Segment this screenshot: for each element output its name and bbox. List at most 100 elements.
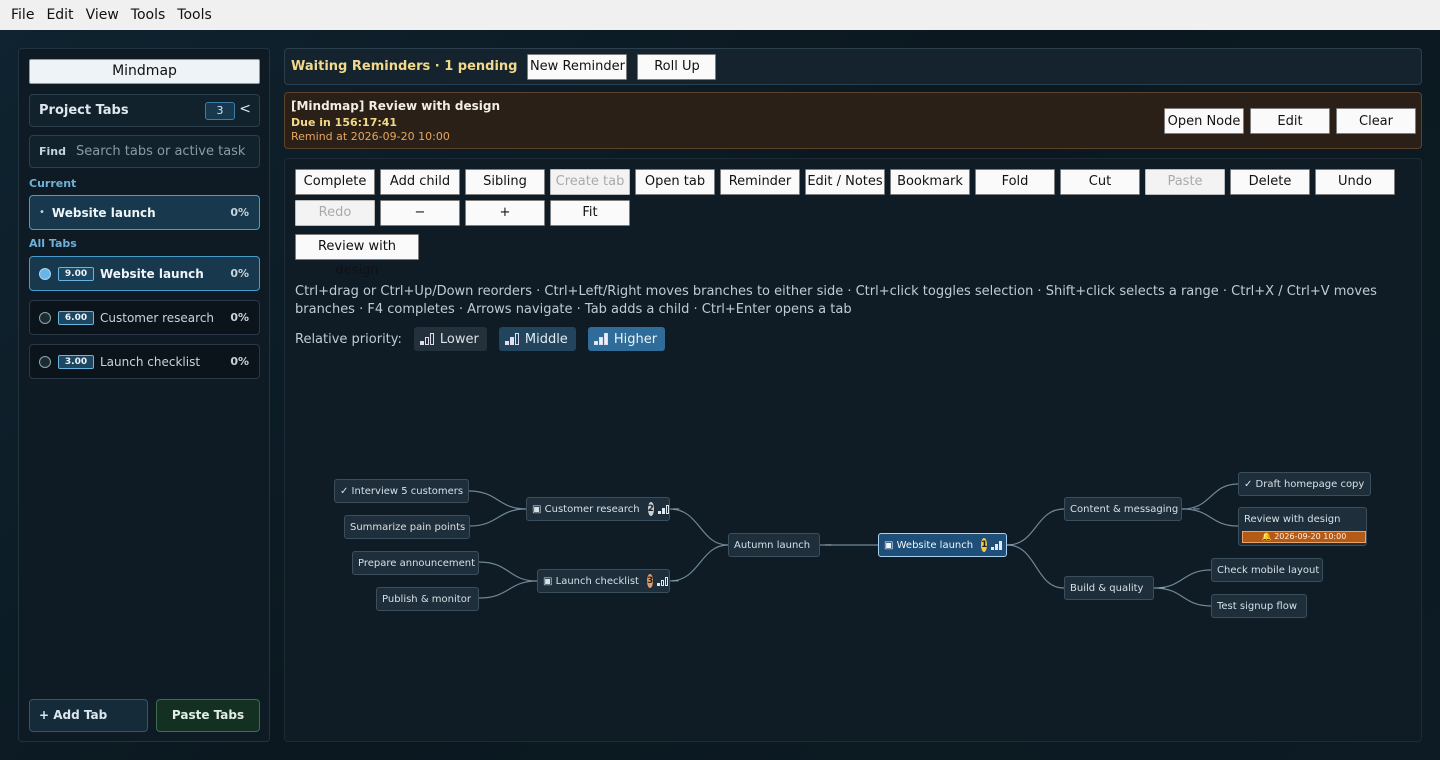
menu-view[interactable]: View — [81, 7, 124, 23]
app-title-button[interactable]: Mindmap — [29, 59, 260, 84]
menu-edit[interactable]: Edit — [41, 7, 78, 23]
roll-up-button[interactable]: Roll Up — [637, 53, 717, 80]
fold-icon[interactable]: − — [671, 576, 679, 587]
paste-tabs-button[interactable]: Paste Tabs — [156, 699, 260, 732]
project-tabs-header: Project Tabs 3 < — [29, 94, 260, 127]
node-check-mobile-layout[interactable]: Check mobile layout — [1211, 558, 1323, 582]
node-label: Publish & monitor — [382, 593, 471, 605]
fold-icon[interactable]: − — [672, 504, 680, 515]
node-website-launch[interactable]: ▣ Website launch 1 − — [878, 533, 1014, 557]
sidebar-item-website-launch[interactable]: 9.00 Website launch 0% — [29, 256, 260, 291]
node-label: Content & messaging — [1070, 503, 1179, 515]
menu-file[interactable]: File — [6, 7, 39, 23]
collapse-sidebar-icon[interactable]: < — [239, 101, 251, 117]
mindmap-panel: Complete Add child Sibling Create tab Open t… — [284, 158, 1422, 742]
find-box: Find — [29, 135, 260, 168]
priority-bars-icon — [504, 333, 519, 345]
node-prepare-announcement[interactable]: Prepare announcement — [352, 551, 479, 575]
priority-label: Relative priority: — [295, 331, 402, 347]
toolbar-button-bookmark[interactable]: Bookmark — [890, 169, 970, 195]
toolbar-button-add-child[interactable]: Add child — [380, 169, 460, 195]
search-input[interactable] — [76, 144, 256, 159]
node-publish-monitor[interactable]: Publish & monitor — [376, 587, 479, 611]
current-tab-item[interactable]: • Website launch 0% — [29, 195, 260, 230]
node-label: Check mobile layout — [1217, 564, 1320, 576]
reminders-title: Waiting Reminders · 1 pending — [291, 59, 518, 74]
priority-bars-icon — [991, 540, 1003, 550]
fold-icon[interactable]: − — [1192, 504, 1200, 515]
node-label: Build & quality — [1070, 582, 1144, 594]
node-interview-customers[interactable]: ✓ Interview 5 customers — [334, 479, 469, 503]
node-customer-research[interactable]: ▣ Customer research 2 − — [526, 497, 680, 521]
selected-node-button[interactable]: Review with design — [295, 234, 419, 278]
node-test-signup-flow[interactable]: Test signup flow — [1211, 594, 1307, 618]
reminder-time: Remind at 2026-09-20 10:00 — [291, 130, 450, 143]
menu-tools[interactable]: Tools — [126, 7, 171, 23]
node-label: ▣ Customer research — [532, 503, 640, 515]
toolbar-button-delete[interactable]: Delete — [1230, 169, 1310, 195]
toolbar-button-redo[interactable]: Redo — [295, 200, 375, 226]
toolbar-button-fit[interactable]: Fit — [550, 200, 630, 226]
reminder-title: [Mindmap] Review with design — [291, 99, 501, 113]
all-tabs-section-label: All Tabs — [29, 237, 77, 250]
priority-higher-label: Higher — [613, 331, 658, 347]
toolbar-button-undo[interactable]: Undo — [1315, 169, 1395, 195]
toolbar-button-paste[interactable]: Paste — [1145, 169, 1225, 195]
fold-icon[interactable]: − — [1005, 540, 1013, 551]
toolbar-button-edit-notes[interactable]: Edit / Notes — [805, 169, 885, 195]
toolbar-button-create-tab[interactable]: Create tab — [550, 169, 630, 195]
node-label: Prepare announcement — [358, 557, 475, 569]
fold-icon[interactable]: − — [824, 540, 832, 551]
sidebar-item-launch-checklist[interactable]: 3.00 Launch checklist 0% — [29, 344, 260, 379]
add-tab-button[interactable]: + Add Tab — [29, 699, 148, 732]
node-content-messaging[interactable]: Content & messaging − — [1064, 497, 1201, 521]
priority-bars-icon — [593, 333, 608, 345]
node-badge: 2 — [647, 502, 654, 516]
priority-bars-icon — [419, 333, 434, 345]
node-autumn-launch[interactable]: Autumn launch − — [728, 533, 833, 557]
toolbar-button-cut[interactable]: Cut — [1060, 169, 1140, 195]
node-label: ✓ Draft homepage copy — [1244, 478, 1365, 490]
sidebar: Mindmap Project Tabs 3 < Find Current • … — [18, 48, 270, 742]
fold-icon[interactable]: − — [1157, 583, 1165, 594]
reminder-chip[interactable]: 🔔 2026-09-20 10:00 — [1242, 531, 1366, 543]
open-node-button[interactable]: Open Node — [1164, 108, 1244, 134]
node-label: Summarize pain points — [350, 521, 466, 533]
current-tab-progress: 0% — [230, 206, 249, 219]
menu-bar: File Edit View Tools Tools — [0, 0, 1440, 30]
edit-reminder-button[interactable]: Edit — [1250, 108, 1330, 134]
node-badge: 3 — [646, 574, 654, 588]
tab-progress: 0% — [230, 311, 249, 324]
toolbar-button-zoom-in[interactable]: + — [465, 200, 545, 226]
clear-reminder-button[interactable]: Clear — [1336, 108, 1416, 134]
node-build-quality[interactable]: Build & quality − — [1064, 576, 1166, 600]
priority-higher-button[interactable]: Higher — [587, 327, 666, 351]
reminders-bar: Waiting Reminders · 1 pending New Remind… — [284, 48, 1422, 85]
toolbar-button-reminder[interactable]: Reminder — [720, 169, 800, 195]
tab-count-badge: 3 — [205, 102, 235, 120]
node-badge: 1 — [981, 538, 988, 552]
radio-icon[interactable] — [39, 311, 51, 324]
priority-lower-label: Lower — [439, 331, 479, 347]
keyboard-hint: Ctrl+drag or Ctrl+Up/Down reorders · Ctr… — [295, 284, 1377, 317]
priority-badge: 9.00 — [58, 266, 94, 281]
node-label: ▣ Launch checklist — [543, 575, 639, 587]
priority-lower-button[interactable]: Lower — [413, 327, 487, 351]
toolbar-button-fold[interactable]: Fold — [975, 169, 1055, 195]
node-launch-checklist[interactable]: ▣ Launch checklist 3 − — [537, 569, 680, 593]
priority-middle-label: Middle — [524, 331, 568, 347]
node-draft-homepage-copy[interactable]: ✓ Draft homepage copy — [1238, 472, 1371, 496]
toolbar-button-open-tab[interactable]: Open tab — [635, 169, 715, 195]
toolbar-button-complete[interactable]: Complete — [295, 169, 375, 195]
radio-icon[interactable] — [39, 355, 51, 368]
radio-icon[interactable] — [39, 267, 51, 280]
tab-progress: 0% — [230, 267, 249, 280]
toolbar-button-zoom-out[interactable]: − — [380, 200, 460, 226]
toolbar-button-sibling[interactable]: Sibling — [465, 169, 545, 195]
sidebar-item-customer-research[interactable]: 6.00 Customer research 0% — [29, 300, 260, 335]
new-reminder-button[interactable]: New Reminder — [527, 53, 628, 80]
node-summarize-pain-points[interactable]: Summarize pain points — [344, 515, 470, 539]
priority-badge: 3.00 — [58, 354, 94, 369]
menu-tools-2[interactable]: Tools — [172, 7, 217, 23]
priority-middle-button[interactable]: Middle — [498, 327, 576, 351]
